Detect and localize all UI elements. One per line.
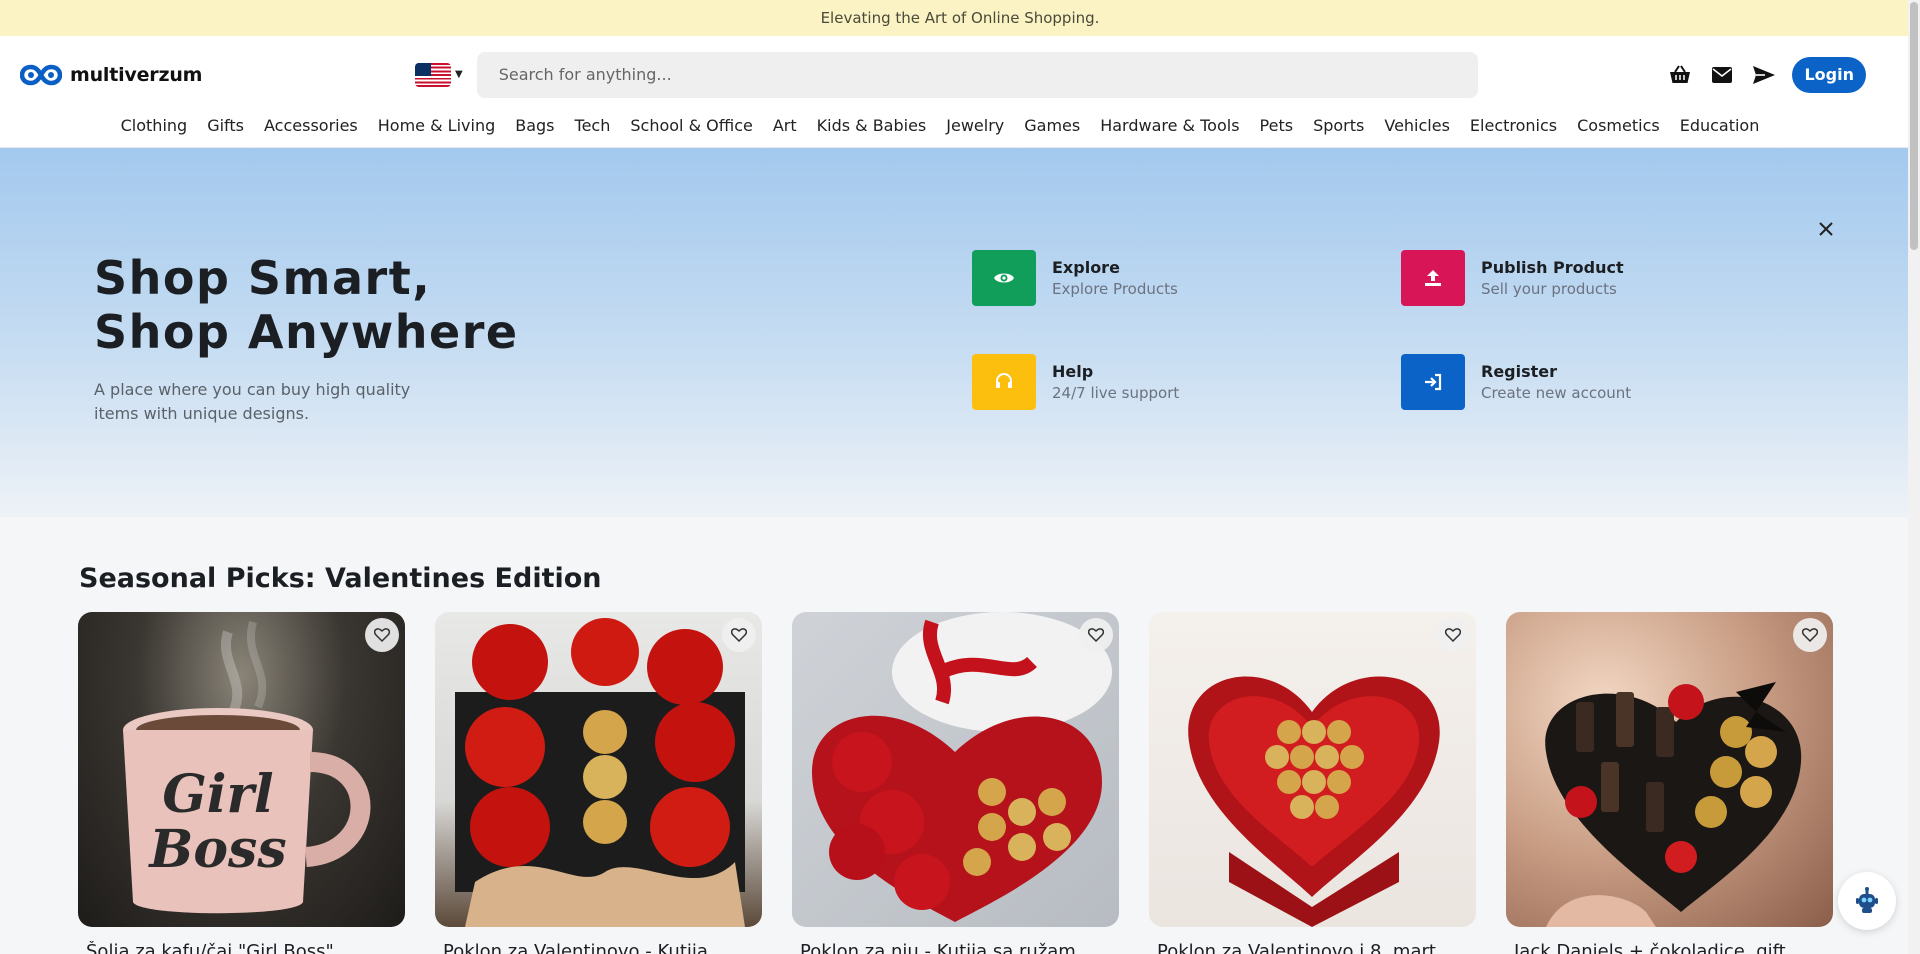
product-image[interactable]: Girl Boss bbox=[78, 612, 405, 927]
mug-illustration: Girl Boss bbox=[123, 620, 371, 914]
heart-icon[interactable] bbox=[1436, 618, 1470, 652]
feature-title: Help bbox=[1052, 362, 1094, 381]
product-name[interactable]: Poklon za Valentinovo i 8. mart bbox=[1149, 941, 1476, 954]
feature-title: Register bbox=[1481, 362, 1558, 381]
feature-publish[interactable]: Publish Product Sell your products bbox=[1401, 250, 1624, 306]
category-gifts[interactable]: Gifts bbox=[207, 116, 244, 135]
category-art[interactable]: Art bbox=[773, 116, 797, 135]
svg-text:Boss: Boss bbox=[147, 819, 286, 880]
search-bar[interactable] bbox=[476, 51, 1478, 98]
feature-subtitle: Sell your products bbox=[1481, 280, 1617, 298]
heart-icon[interactable] bbox=[1793, 618, 1827, 652]
upload-icon bbox=[1401, 250, 1465, 306]
product-card[interactable]: Poklon za nju - Kutija sa ružam bbox=[792, 612, 1119, 954]
feature-subtitle: 24/7 live support bbox=[1052, 384, 1180, 402]
category-games[interactable]: Games bbox=[1024, 116, 1080, 135]
feature-explore[interactable]: Explore Explore Products bbox=[972, 250, 1178, 306]
category-vehicles[interactable]: Vehicles bbox=[1384, 116, 1450, 135]
send-icon[interactable] bbox=[1750, 61, 1778, 89]
feature-register[interactable]: Register Create new account bbox=[1401, 354, 1631, 410]
close-icon[interactable] bbox=[1818, 218, 1834, 242]
jack-daniels-box-illustration bbox=[1545, 682, 1802, 927]
hero-banner: Shop Smart, Shop Anywhere A place where … bbox=[0, 148, 1920, 517]
product-image[interactable] bbox=[1506, 612, 1833, 927]
heart-icon[interactable] bbox=[1079, 618, 1113, 652]
scrollbar-thumb[interactable] bbox=[1910, 2, 1918, 250]
chatbot-robot-icon[interactable] bbox=[1838, 872, 1896, 930]
category-tech[interactable]: Tech bbox=[575, 116, 611, 135]
top-bar: multiverzum ▼ Login bbox=[0, 36, 1920, 113]
product-card[interactable]: Poklon za Valentinovo i 8. mart bbox=[1149, 612, 1476, 954]
heart-icon[interactable] bbox=[365, 618, 399, 652]
announcement-text: Elevating the Art of Online Shopping. bbox=[820, 9, 1100, 27]
category-hardware-tools[interactable]: Hardware & Tools bbox=[1100, 116, 1239, 135]
category-school-office[interactable]: School & Office bbox=[630, 116, 752, 135]
product-card[interactable]: Girl Boss Šolja za kafu/čaj "Girl Boss" bbox=[78, 612, 405, 954]
section-title: Seasonal Picks: Valentines Edition bbox=[79, 563, 602, 594]
product-grid: Girl Boss Šolja za kafu/čaj "Girl Boss" … bbox=[78, 612, 1833, 954]
basket-icon[interactable] bbox=[1666, 61, 1694, 89]
headset-icon bbox=[972, 354, 1036, 410]
product-name[interactable]: Jack Daniels + čokoladice, gift bbox=[1506, 941, 1833, 954]
category-education[interactable]: Education bbox=[1680, 116, 1760, 135]
product-card[interactable]: Poklon za Valentinovo - Kutija bbox=[435, 612, 762, 954]
feature-subtitle: Create new account bbox=[1481, 384, 1632, 402]
category-kids-babies[interactable]: Kids & Babies bbox=[817, 116, 927, 135]
category-jewelry[interactable]: Jewelry bbox=[946, 116, 1004, 135]
category-accessories[interactable]: Accessories bbox=[264, 116, 358, 135]
product-image[interactable] bbox=[792, 612, 1119, 927]
infinity-logo-icon bbox=[20, 64, 62, 85]
product-image[interactable] bbox=[1149, 612, 1476, 927]
hero-title: Shop Smart, Shop Anywhere bbox=[94, 251, 519, 359]
header-actions: Login bbox=[1666, 56, 1900, 93]
heart-roses-illustration bbox=[1188, 676, 1440, 927]
category-pets[interactable]: Pets bbox=[1260, 116, 1294, 135]
feature-title: Publish Product bbox=[1481, 258, 1624, 277]
heart-box-illustration bbox=[812, 612, 1112, 922]
logo[interactable]: multiverzum bbox=[20, 64, 415, 86]
product-name[interactable]: Šolja za kafu/čaj "Girl Boss" bbox=[78, 941, 405, 954]
hero-title-line1: Shop Smart, bbox=[94, 251, 432, 305]
language-selector[interactable]: ▼ bbox=[415, 62, 463, 87]
roses-box-illustration bbox=[455, 618, 745, 927]
svg-text:Girl: Girl bbox=[162, 764, 273, 825]
eye-icon bbox=[972, 250, 1036, 306]
header: multiverzum ▼ Login Clothing Gifts Acces… bbox=[0, 36, 1920, 148]
product-image[interactable] bbox=[435, 612, 762, 927]
chevron-down-icon: ▼ bbox=[455, 69, 463, 80]
category-home-living[interactable]: Home & Living bbox=[378, 116, 495, 135]
category-nav: Clothing Gifts Accessories Home & Living… bbox=[0, 113, 1920, 148]
hero-title-line2: Shop Anywhere bbox=[94, 305, 519, 359]
search-input[interactable] bbox=[498, 65, 1456, 84]
product-name[interactable]: Poklon za Valentinovo - Kutija bbox=[435, 941, 762, 954]
sign-in-icon bbox=[1401, 354, 1465, 410]
category-bags[interactable]: Bags bbox=[515, 116, 554, 135]
announcement-bar: Elevating the Art of Online Shopping. bbox=[0, 0, 1920, 36]
feature-subtitle: Explore Products bbox=[1052, 280, 1178, 298]
login-button[interactable]: Login bbox=[1792, 56, 1866, 93]
product-name[interactable]: Poklon za nju - Kutija sa ružam bbox=[792, 941, 1119, 954]
heart-icon[interactable] bbox=[722, 618, 756, 652]
scrollbar[interactable] bbox=[1908, 0, 1920, 954]
hero-subtitle: A place where you can buy high quality i… bbox=[94, 380, 411, 423]
category-sports[interactable]: Sports bbox=[1313, 116, 1364, 135]
category-electronics[interactable]: Electronics bbox=[1470, 116, 1557, 135]
mail-icon[interactable] bbox=[1708, 61, 1736, 89]
feature-title: Explore bbox=[1052, 258, 1120, 277]
feature-help[interactable]: Help 24/7 live support bbox=[972, 354, 1179, 410]
logo-text: multiverzum bbox=[70, 63, 203, 86]
category-clothing[interactable]: Clothing bbox=[121, 116, 188, 135]
us-flag-icon bbox=[415, 62, 451, 87]
category-cosmetics[interactable]: Cosmetics bbox=[1577, 116, 1660, 135]
product-card[interactable]: Jack Daniels + čokoladice, gift bbox=[1506, 612, 1833, 954]
